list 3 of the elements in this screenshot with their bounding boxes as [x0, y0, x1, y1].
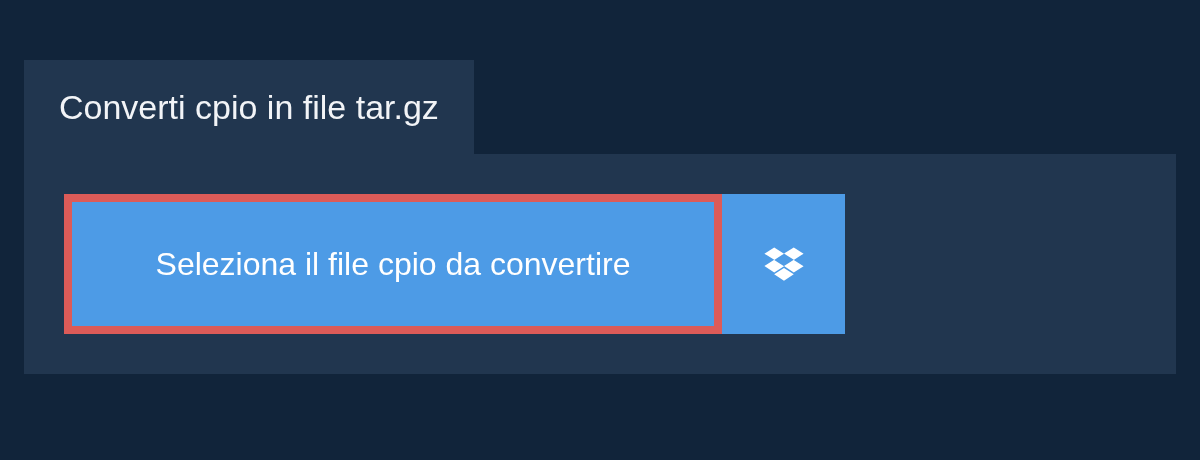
box-logo-icon: [762, 245, 805, 283]
tab[interactable]: Converti cpio in file tar.gz: [24, 60, 474, 154]
cloud-storage-button[interactable]: [722, 194, 845, 334]
